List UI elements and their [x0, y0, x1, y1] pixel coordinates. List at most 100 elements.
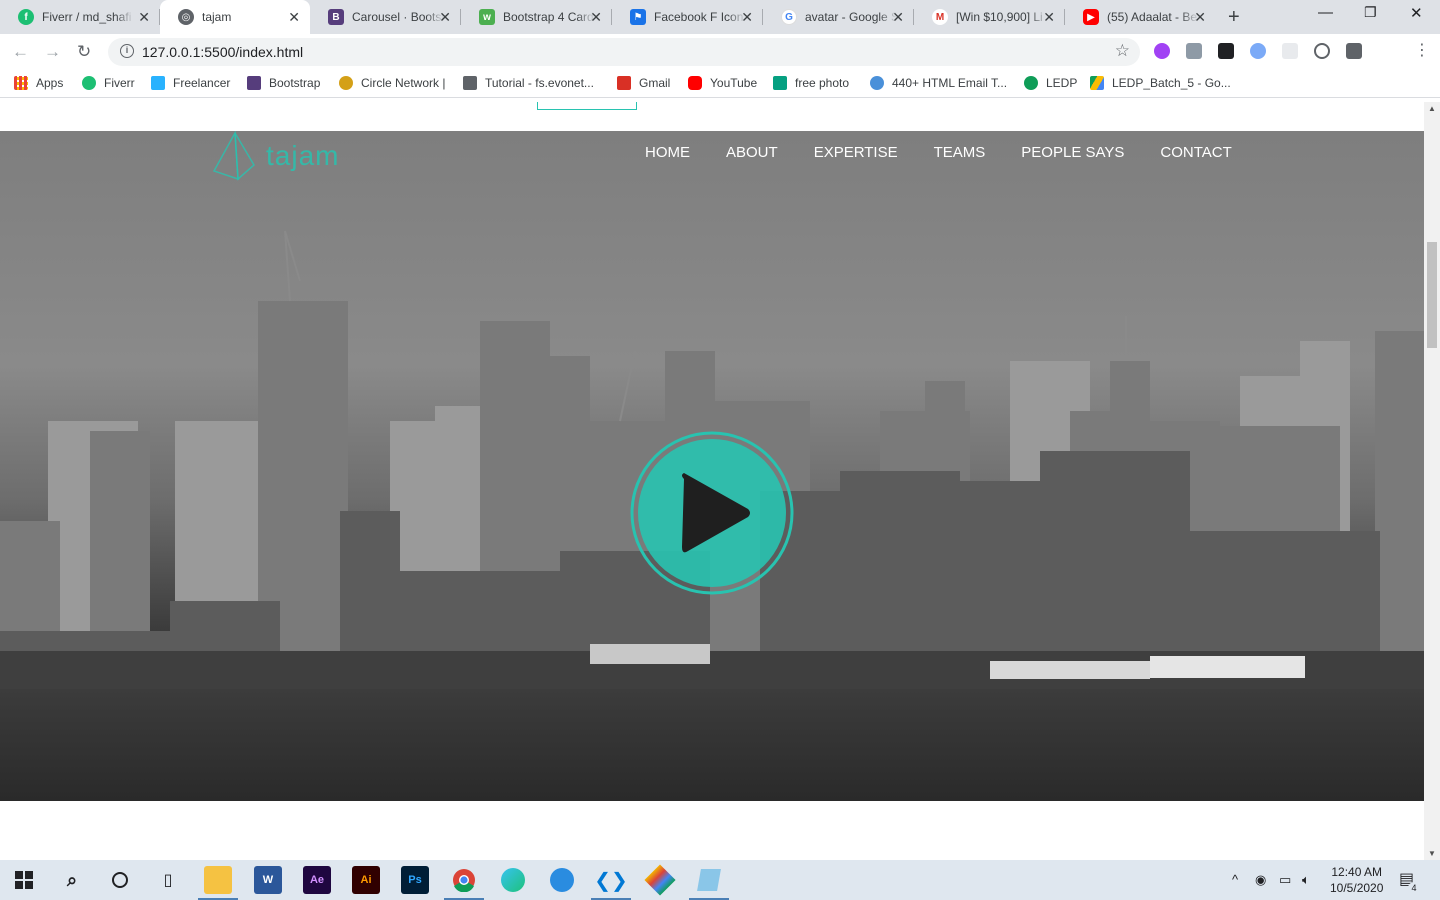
tab-carousel[interactable]: B Carousel · Bootstrap ✕: [310, 0, 461, 34]
bookmark-bootstrap[interactable]: Bootstrap: [247, 76, 320, 90]
tab-tajam[interactable]: ◎ tajam ✕: [160, 0, 310, 34]
bookmark-free-photo[interactable]: free photo: [773, 76, 849, 90]
after-effects-icon[interactable]: Ae: [303, 866, 331, 894]
tab-youtube[interactable]: ▶ (55) Adaalat - Be ✕: [1065, 0, 1216, 34]
antivirus-icon[interactable]: ◉: [1255, 872, 1266, 888]
page-viewport: tajam HOME ABOUT EXPERTISE TEAMS PEOPLE …: [0, 102, 1424, 860]
scrollbar-thumb[interactable]: [1427, 242, 1437, 348]
close-icon[interactable]: ✕: [892, 9, 904, 26]
tab-bootstrap-cards[interactable]: w Bootstrap 4 Cards ✕: [461, 0, 612, 34]
sync-app-icon[interactable]: [548, 866, 576, 894]
close-icon[interactable]: ✕: [439, 9, 451, 26]
bookmark-youtube[interactable]: YouTube: [688, 76, 757, 90]
bookmark-freelancer[interactable]: Freelancer: [151, 76, 230, 90]
new-tab-button[interactable]: +: [1228, 6, 1240, 29]
bookmark-circle-network[interactable]: Circle Network |: [339, 76, 445, 90]
forward-button[interactable]: →: [44, 42, 61, 62]
word-icon[interactable]: W: [254, 866, 282, 894]
logo[interactable]: tajam: [210, 131, 339, 181]
close-icon[interactable]: ✕: [1194, 9, 1206, 26]
bookmark-fiverr[interactable]: Fiverr: [82, 76, 135, 90]
logo-icon: [212, 131, 255, 181]
tab-facebook-icon[interactable]: ⚑ Facebook F Icon ✕: [612, 0, 763, 34]
edge-icon[interactable]: [499, 866, 527, 894]
nav-home[interactable]: HOME: [645, 144, 690, 161]
address-bar[interactable]: i 127.0.0.1:5500/index.html ☆: [108, 38, 1140, 66]
tab-title: Carousel · Bootstrap: [352, 10, 444, 24]
menu-dots-icon[interactable]: ⋮: [1414, 40, 1430, 60]
bookmark-apps[interactable]: Apps: [14, 76, 63, 90]
close-window-button[interactable]: ✕: [1410, 4, 1423, 22]
close-icon[interactable]: ✕: [1043, 9, 1055, 26]
tab-strip: f Fiverr / md_shafi ✕ ◎ tajam ✕ B Carous…: [0, 0, 1440, 34]
main-nav: HOME ABOUT EXPERTISE TEAMS PEOPLE SAYS C…: [645, 144, 1268, 161]
apps-grid-icon: [14, 76, 28, 90]
tab-google-search[interactable]: G avatar - Google Search ✕: [763, 0, 914, 34]
extension-icon[interactable]: [1250, 43, 1266, 59]
gmail-icon: [617, 76, 631, 90]
play-video-button[interactable]: [630, 431, 794, 595]
minimize-button[interactable]: —: [1318, 4, 1333, 21]
illustrator-icon[interactable]: Ai: [352, 866, 380, 894]
previous-section-button[interactable]: [537, 102, 637, 110]
w3schools-icon: w: [479, 9, 495, 25]
task-view-icon[interactable]: ▯: [154, 866, 182, 894]
nav-teams[interactable]: TEAMS: [934, 144, 986, 161]
notification-badge: 4: [1408, 882, 1420, 894]
bookmark-ledp-batch[interactable]: LEDP_Batch_5 - Go...: [1090, 76, 1231, 90]
close-icon[interactable]: ✕: [138, 9, 150, 26]
extension-icon[interactable]: [1186, 43, 1202, 59]
vscode-icon[interactable]: ❮❯: [591, 866, 631, 900]
drive-icon: [1090, 76, 1104, 90]
network-icon[interactable]: ▭: [1279, 872, 1291, 888]
windows-start-icon[interactable]: [10, 866, 38, 894]
close-icon[interactable]: ✕: [741, 9, 753, 26]
scroll-down-icon[interactable]: ▼: [1428, 849, 1436, 858]
bookmark-tutorial[interactable]: Tutorial - fs.evonet...: [463, 76, 594, 90]
fiverr-icon: f: [18, 9, 34, 25]
volume-icon[interactable]: 🔈︎: [1302, 872, 1310, 888]
ledp-icon: [1024, 76, 1038, 90]
notepad-icon[interactable]: [689, 866, 729, 900]
nav-people-says[interactable]: PEOPLE SAYS: [1021, 144, 1124, 161]
bookmark-email-templates[interactable]: 440+ HTML Email T...: [870, 76, 1007, 90]
extension-icon[interactable]: [1154, 43, 1170, 59]
close-icon[interactable]: ✕: [590, 9, 602, 26]
profile-avatar[interactable]: [1376, 43, 1396, 59]
windows-taskbar: ⌕ ▯ W Ae Ai Ps ❮❯ ^ ◉ ▭ 🔈︎ 12:40 AM 10/5…: [0, 860, 1440, 900]
bookmark-star-icon[interactable]: ☆: [1115, 41, 1130, 61]
maximize-button[interactable]: ❐: [1364, 4, 1377, 21]
chevron-up-icon[interactable]: ^: [1232, 872, 1238, 887]
search-icon[interactable]: ⌕: [58, 866, 86, 894]
system-clock[interactable]: 12:40 AM 10/5/2020: [1330, 864, 1383, 896]
extension-icon[interactable]: [1218, 43, 1234, 59]
reload-button[interactable]: ↻: [77, 42, 91, 62]
info-icon[interactable]: i: [120, 44, 134, 58]
file-explorer-icon[interactable]: [198, 866, 238, 900]
nav-contact[interactable]: CONTACT: [1160, 144, 1231, 161]
tab-fiverr[interactable]: f Fiverr / md_shafi ✕: [0, 0, 160, 34]
bookmark-ledp[interactable]: LEDP: [1024, 76, 1077, 90]
nav-about[interactable]: ABOUT: [726, 144, 778, 161]
email-template-icon: [870, 76, 884, 90]
scroll-up-icon[interactable]: ▲: [1428, 104, 1436, 113]
chrome-icon[interactable]: [444, 866, 484, 900]
bootstrap-icon: B: [328, 9, 344, 25]
globe-icon: ◎: [178, 9, 194, 25]
extension-icon[interactable]: [1314, 43, 1330, 59]
extension-icon[interactable]: [1282, 43, 1298, 59]
tab-title: avatar - Google Search: [805, 10, 897, 24]
tab-gmail[interactable]: M [Win $10,900] Li ✕: [914, 0, 1065, 34]
close-icon[interactable]: ✕: [288, 9, 300, 26]
page-scrollbar[interactable]: ▲ ▼: [1424, 102, 1440, 860]
folder-icon: [463, 76, 477, 90]
bookmark-gmail[interactable]: Gmail: [617, 76, 670, 90]
puzzle-icon[interactable]: [1346, 43, 1362, 59]
back-button[interactable]: ←: [12, 42, 29, 62]
photoshop-icon[interactable]: Ps: [401, 866, 429, 894]
paint-app-icon[interactable]: [644, 864, 676, 896]
freelancer-icon: [151, 76, 165, 90]
nav-expertise[interactable]: EXPERTISE: [814, 144, 898, 161]
clock-date: 10/5/2020: [1330, 881, 1384, 895]
cortana-icon[interactable]: [106, 866, 134, 894]
